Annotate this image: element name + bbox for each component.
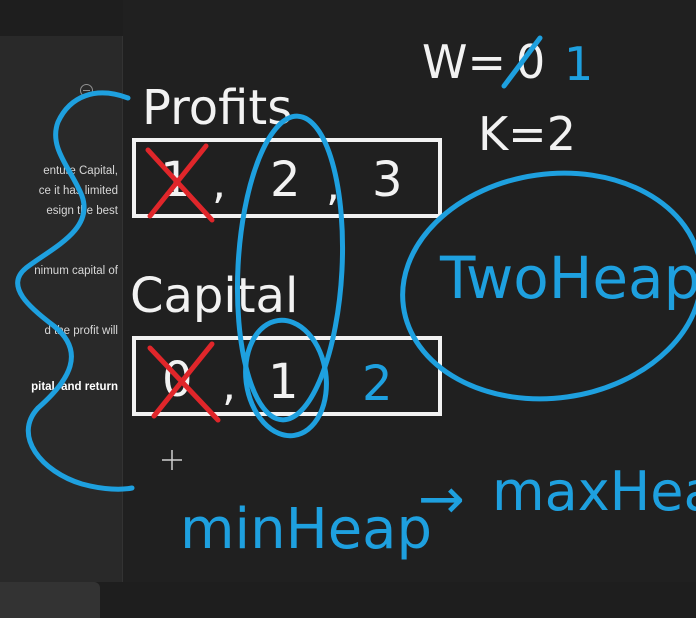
capital-separator: , — [222, 360, 236, 411]
bracket-annotation — [15, 90, 135, 492]
profit-value: 3 — [372, 152, 403, 208]
two-heap-label: TwoHeap — [439, 244, 696, 312]
profits-label: Profits — [142, 80, 292, 136]
capital-value-blue: 2 — [362, 356, 393, 412]
move-cursor-icon — [162, 450, 182, 470]
profit-value: 2 — [270, 152, 301, 208]
profit-separator: , — [212, 158, 226, 209]
min-heap-label: minHeap — [180, 497, 432, 562]
k-label: K=2 — [478, 107, 576, 161]
w-new-value: 1 — [564, 37, 593, 91]
whiteboard-ink: W= 0 1 K=2 Profits 1 , 2 , 3 Capital 0 ,… — [15, 35, 696, 562]
max-heap-label: maxHeap — [492, 460, 696, 523]
capital-value: 1 — [268, 354, 299, 410]
arrow-symbol: → — [418, 467, 465, 532]
w-label: W= — [422, 35, 506, 89]
capital-label: Capital — [130, 268, 298, 324]
panel-footer — [0, 582, 100, 618]
